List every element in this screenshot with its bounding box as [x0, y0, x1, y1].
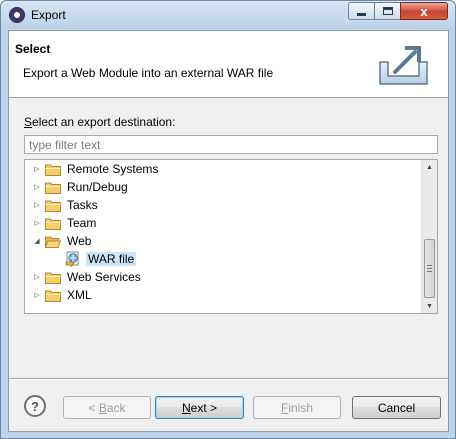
folder-icon: [45, 200, 61, 212]
maximize-icon: [382, 7, 393, 15]
finish-button[interactable]: Finish: [253, 396, 341, 419]
finish-mnemonic: F: [280, 400, 289, 415]
help-button[interactable]: ?: [24, 395, 46, 417]
folder-icon: [45, 164, 61, 176]
wizard-banner: Select Export a Web Module into an exter…: [9, 31, 448, 98]
label-text: elect an export destination:: [32, 115, 176, 129]
scroll-down-icon[interactable]: ▼: [422, 299, 437, 313]
window-title: Export: [31, 8, 66, 22]
cancel-label: Cancel: [377, 400, 416, 415]
tree-item-label: Remote Systems: [67, 162, 159, 176]
tree-item-label: Web: [67, 234, 92, 248]
expand-arrow-icon[interactable]: ▷: [31, 199, 43, 211]
close-icon: x: [420, 3, 428, 19]
minimize-button[interactable]: [348, 2, 375, 20]
grip-icon: [427, 265, 432, 272]
export-icon: [379, 46, 428, 85]
tree-item-war-file[interactable]: WAR file: [65, 250, 437, 268]
collapse-arrow-icon[interactable]: ◢: [31, 235, 43, 247]
tree-item-web-services[interactable]: ▷ Web Services: [31, 268, 427, 286]
tree-item-label: Tasks: [67, 198, 98, 212]
cancel-button[interactable]: Cancel: [352, 396, 441, 419]
help-icon: ?: [31, 398, 39, 414]
minimize-icon: [357, 12, 366, 16]
folder-icon: [45, 272, 61, 284]
tree-item-label: XML: [67, 288, 92, 302]
expand-arrow-icon[interactable]: ▷: [31, 271, 43, 283]
tree-item-remote-systems[interactable]: ▷ Remote Systems: [31, 160, 427, 178]
scroll-up-icon[interactable]: ▲: [422, 160, 437, 174]
eclipse-app-icon: [9, 7, 25, 23]
tree-item-label: Run/Debug: [67, 180, 128, 194]
back-label: ack: [106, 400, 126, 415]
tree-item-label: Team: [67, 216, 97, 230]
mnemonic-s: S: [24, 115, 33, 129]
next-label: ext >: [190, 400, 218, 415]
tree-item-web[interactable]: ◢ Web: [31, 232, 427, 250]
tree-vertical-scrollbar[interactable]: ▲ ▼: [421, 160, 437, 313]
close-button[interactable]: x: [400, 2, 448, 20]
button-bar-separator: [9, 378, 448, 380]
expand-arrow-icon[interactable]: ▷: [31, 289, 43, 301]
next-mnemonic: N: [181, 400, 191, 415]
tree-item-label: Web Services: [67, 270, 141, 284]
back-prefix: <: [88, 400, 99, 415]
title-bar[interactable]: Export x: [1, 1, 455, 29]
banner-description: Export a Web Module into an external WAR…: [23, 66, 274, 80]
dialog-client-area: Select Export a Web Module into an exter…: [8, 30, 449, 432]
folder-icon: [45, 290, 61, 302]
war-file-icon: [65, 251, 79, 267]
expand-arrow-icon[interactable]: ▷: [31, 181, 43, 193]
next-button[interactable]: Next >: [155, 396, 244, 419]
tree-item-xml[interactable]: ▷ XML: [31, 286, 427, 304]
back-button[interactable]: < Back: [63, 396, 151, 419]
tree-item-label: WAR file: [86, 252, 137, 266]
export-dialog-window: Export x Select Export a Web Module into…: [0, 0, 456, 439]
back-mnemonic: B: [98, 400, 107, 415]
folder-icon: [45, 182, 61, 194]
banner-title: Select: [15, 42, 51, 56]
export-destination-label: Select an export destination:: [24, 115, 175, 129]
filter-text-input[interactable]: [24, 135, 438, 154]
expand-arrow-icon[interactable]: ▷: [31, 217, 43, 229]
tree-item-run-debug[interactable]: ▷ Run/Debug: [31, 178, 427, 196]
folder-open-icon: [45, 236, 61, 248]
scrollbar-thumb[interactable]: [424, 239, 435, 298]
maximize-button[interactable]: [374, 2, 401, 20]
tree-item-team[interactable]: ▷ Team: [31, 214, 427, 232]
folder-icon: [45, 218, 61, 230]
expand-arrow-icon[interactable]: ▷: [31, 163, 43, 175]
export-wizard-tree[interactable]: ▷ Remote Systems ▷ Run/Debug ▷ Tasks ▷ T…: [24, 159, 438, 314]
finish-label: inish: [288, 400, 314, 415]
tree-item-tasks[interactable]: ▷ Tasks: [31, 196, 427, 214]
